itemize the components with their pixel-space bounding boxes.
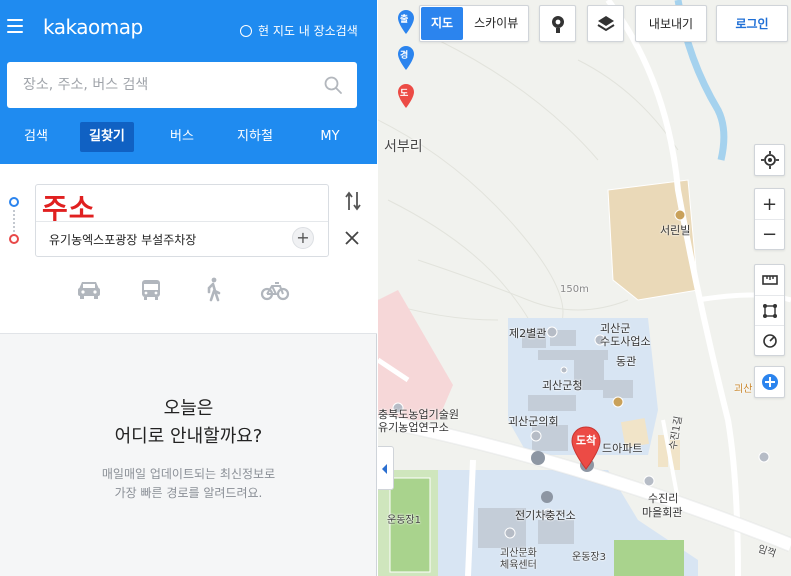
- map-label-county-office: 괴산군청: [542, 379, 583, 392]
- route-form: 주소 유기농엑스포광장 부설주차장 +: [0, 164, 377, 334]
- locate-button[interactable]: [755, 145, 784, 175]
- map-label-substation: 전기차충전소: [515, 509, 576, 522]
- map-label-field1: 운동장1: [387, 515, 421, 526]
- ruler-button[interactable]: [755, 265, 784, 295]
- crosshair-icon: [760, 151, 779, 169]
- bus-icon[interactable]: [136, 275, 166, 305]
- top-bar: kakaomap 현 지도 내 장소검색 검색 길찾기 버스 지하철 MY: [0, 0, 377, 164]
- app-root: kakaomap 현 지도 내 장소검색 검색 길찾기 버스 지하철 MY: [0, 0, 791, 576]
- tab-directions[interactable]: 길찾기: [80, 122, 134, 152]
- radio-icon: [240, 24, 252, 37]
- walk-icon[interactable]: [198, 275, 228, 305]
- end-pin-label: 도: [400, 89, 409, 99]
- roadview-icon: [551, 15, 564, 33]
- car-icon[interactable]: [74, 275, 104, 305]
- add-place-control: [754, 366, 785, 398]
- nav-tabs: 검색 길찾기 버스 지하철 MY: [0, 122, 377, 152]
- tab-subway[interactable]: 지하철: [233, 122, 277, 152]
- search-icon[interactable]: [323, 75, 343, 95]
- tab-search[interactable]: 검색: [20, 122, 52, 152]
- route-inputs: 주소 유기농엑스포광장 부설주차장 +: [35, 184, 329, 257]
- zoom-out-button[interactable]: −: [755, 219, 784, 249]
- end-field[interactable]: 유기농엑스포광장 부설주차장: [49, 231, 196, 248]
- region-search-label: 현 지도 내 장소검색: [258, 24, 358, 38]
- empty-state: 오늘은 어디로 안내할까요? 매일매일 업데이트되는 최신정보로 가장 빠른 경…: [0, 395, 377, 503]
- swap-icon[interactable]: [344, 190, 362, 212]
- area-button[interactable]: [755, 295, 784, 325]
- tab-skyview[interactable]: 스카이뷰: [464, 6, 528, 41]
- area-icon: [762, 303, 777, 318]
- roadview-button[interactable]: [539, 5, 576, 42]
- start-point-icon: [9, 197, 19, 207]
- zoom-in-button[interactable]: +: [755, 189, 784, 219]
- end-pin-icon[interactable]: 도: [397, 83, 415, 109]
- tab-my[interactable]: MY: [315, 122, 345, 152]
- logo[interactable]: kakaomap: [43, 15, 143, 39]
- via-pin-label: 경: [400, 51, 409, 61]
- add-waypoint-button[interactable]: +: [292, 227, 314, 249]
- left-panel: kakaomap 현 지도 내 장소검색 검색 길찾기 버스 지하철 MY: [0, 0, 377, 576]
- map-label-field3: 운동장3: [572, 552, 606, 563]
- tab-map[interactable]: 지도: [421, 7, 464, 40]
- zoom-control: + −: [754, 188, 785, 250]
- panel-collapse-button[interactable]: [378, 446, 394, 490]
- map-label-seoburi: 서부리: [384, 139, 423, 155]
- login-button[interactable]: 로그인: [716, 5, 788, 42]
- transport-modes: [0, 275, 377, 305]
- search-box: [7, 62, 357, 108]
- map-label-culture-2: 체육센터: [500, 560, 537, 571]
- arrival-marker-label: 도착: [576, 434, 597, 447]
- export-button[interactable]: 내보내기: [635, 5, 707, 42]
- map-label-second-annex: 제2별관: [509, 327, 547, 340]
- radius-icon: [762, 333, 777, 348]
- empty-title-2: 어디로 안내할까요?: [114, 426, 263, 447]
- start-pin-icon[interactable]: 출: [397, 9, 415, 35]
- close-icon[interactable]: [344, 230, 360, 246]
- tab-bus[interactable]: 버스: [166, 122, 198, 152]
- add-place-button[interactable]: [755, 367, 784, 397]
- map-label-agri-2: 유기농업연구소: [378, 421, 449, 434]
- map-label-goesan-edge: 괴산: [734, 384, 753, 395]
- via-pin-icon[interactable]: 경: [397, 45, 415, 71]
- empty-title-1: 오늘은: [163, 398, 214, 419]
- ruler-icon: [761, 275, 778, 285]
- map-label-council: 괴산군의회: [508, 415, 559, 428]
- add-place-icon: [761, 374, 778, 390]
- route-connector: [13, 210, 15, 232]
- map-label-seorinvil: 서린빌: [660, 224, 691, 237]
- map-label-elevation: 150m: [560, 284, 589, 295]
- map-label-water-office-2: 수도사업소: [600, 335, 651, 348]
- map-label-apart: 드아파트: [602, 442, 643, 455]
- map-label-dong: 동관: [616, 355, 637, 368]
- map-view[interactable]: 서부리 서린빌 150m 제2별관 괴산군 수도사업소 동관 괴산군청 충북도농…: [378, 0, 791, 576]
- layers-button[interactable]: [587, 5, 624, 42]
- empty-sub-2: 가장 빠른 경로를 알려드려요.: [114, 486, 263, 500]
- start-pin-label: 출: [400, 15, 409, 25]
- chevron-left-icon: [382, 464, 387, 474]
- bike-icon[interactable]: [260, 275, 290, 305]
- region-search-toggle[interactable]: 현 지도 내 장소검색: [240, 22, 358, 39]
- tools-control: [754, 264, 785, 356]
- divider: [36, 221, 328, 222]
- map-label-sujin-2: 마을회관: [642, 506, 683, 519]
- layers-icon: [596, 15, 615, 31]
- map-type-toggle: 지도 스카이뷰: [419, 5, 530, 42]
- locate-control: [754, 144, 785, 176]
- end-point-icon: [9, 234, 19, 244]
- radius-button[interactable]: [755, 325, 784, 355]
- search-input[interactable]: [23, 77, 313, 93]
- menu-icon[interactable]: [7, 19, 23, 33]
- empty-sub-1: 매일매일 업데이트되는 최신정보로: [101, 467, 276, 481]
